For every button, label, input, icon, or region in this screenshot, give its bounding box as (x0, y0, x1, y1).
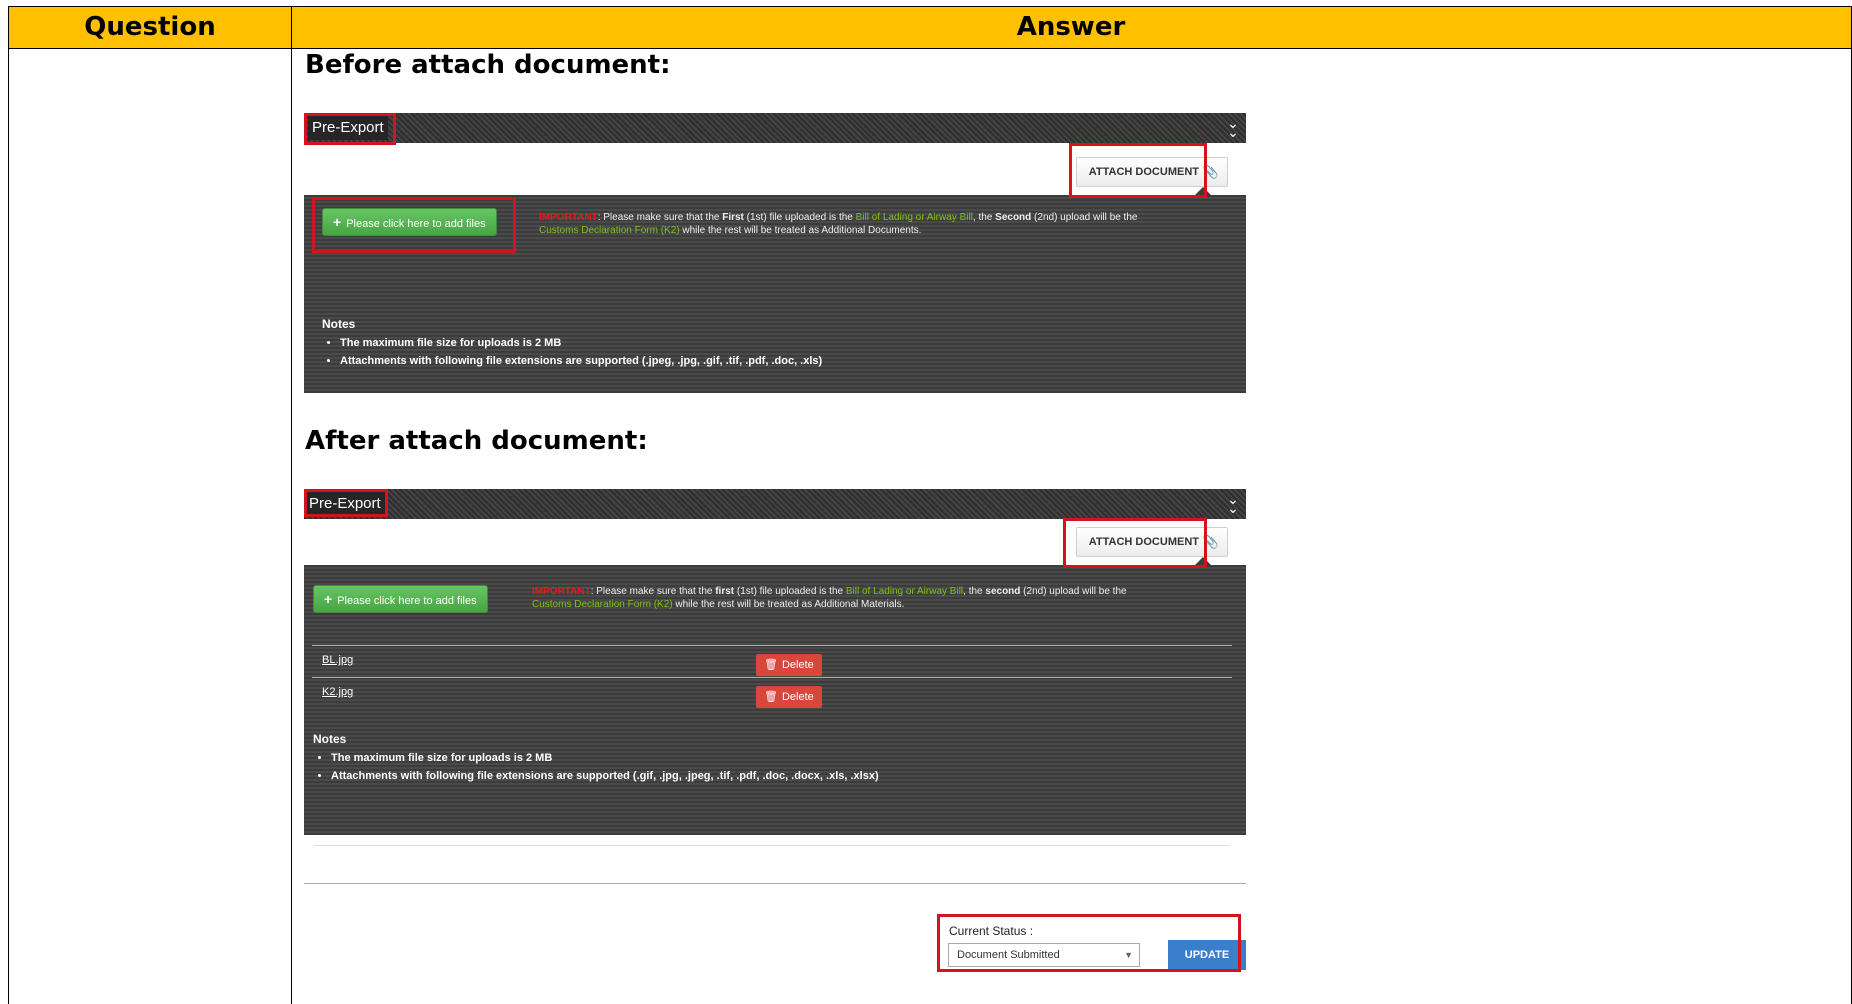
table-header-row: Question Answer (9, 7, 1851, 49)
trash-icon: 🗑 (764, 659, 778, 671)
important-text: (2nd) upload will be the (1020, 586, 1127, 597)
question-header: Question (84, 12, 216, 42)
bill-of-lading-text: Bill of Lading or Airway Bill (845, 586, 964, 597)
k2-text: Customs Declaration Form (K2) (539, 225, 680, 236)
first-word: first (715, 586, 735, 597)
delete-label: Delete (781, 659, 814, 671)
highlight-box (312, 197, 516, 253)
important-text: (1st) file uploaded is the (743, 212, 856, 223)
column-divider (291, 7, 292, 1004)
panel-header: Pre-Export ⌄ ⌄ (304, 113, 1246, 143)
important-text: (1st) file uploaded is the (734, 586, 846, 597)
file-row: BL.jpg 🗑 Delete (312, 645, 1232, 678)
important-text: while the rest will be treated as Additi… (672, 599, 905, 610)
trash-icon: 🗑 (764, 691, 778, 703)
important-text: , the (972, 212, 996, 223)
important-message: IMPORTANT: Please make sure that the fir… (532, 585, 1232, 611)
note-item: Attachments with following file extensio… (340, 352, 822, 370)
important-text: : Please make sure that the (590, 586, 716, 597)
highlight-box (1069, 143, 1207, 198)
divider (304, 883, 1246, 884)
note-item: The maximum file size for uploads is 2 M… (331, 749, 879, 767)
collapse-chevron-icon[interactable]: ⌄ ⌄ (1226, 116, 1240, 139)
collapse-chevron-icon[interactable]: ⌄ ⌄ (1226, 492, 1240, 515)
highlight-box (937, 914, 1241, 972)
notes-title: Notes (322, 317, 356, 331)
important-message: IMPORTANT: Please make sure that the Fir… (539, 211, 1219, 237)
file-row: K2.jpg 🗑 Delete (312, 677, 1232, 710)
panel-header: Pre-Export ⌄ ⌄ (304, 489, 1246, 519)
important-text: , the (963, 586, 986, 597)
k2-text: Customs Declaration Form (K2) (532, 599, 673, 610)
file-name-link[interactable]: K2.jpg (322, 686, 353, 698)
notes-title: Notes (313, 732, 347, 746)
important-label: IMPORTANT (539, 212, 598, 223)
highlight-box (304, 113, 396, 145)
notes-list: The maximum file size for uploads is 2 M… (322, 334, 822, 370)
plus-icon: + (324, 591, 333, 607)
second-word: second (985, 586, 1021, 597)
note-item: The maximum file size for uploads is 2 M… (340, 334, 822, 352)
upload-area: + Please click here to add files IMPORTAN… (304, 565, 1246, 835)
add-files-label: Please click here to add files (337, 595, 477, 607)
delete-button[interactable]: 🗑 Delete (756, 654, 822, 676)
important-label: IMPORTANT (532, 586, 591, 597)
file-name-link[interactable]: BL.jpg (322, 654, 353, 666)
first-word: First (722, 212, 744, 223)
delete-button[interactable]: 🗑 Delete (756, 686, 822, 708)
note-item: Attachments with following file extensio… (331, 767, 879, 785)
important-text: : Please make sure that the (597, 212, 723, 223)
highlight-box (304, 489, 388, 517)
before-caption: Before attach document: (305, 50, 671, 80)
divider (314, 845, 1229, 846)
answer-header: Answer (1016, 12, 1126, 42)
highlight-box (1063, 518, 1207, 568)
notes-list: The maximum file size for uploads is 2 M… (313, 749, 879, 785)
bill-of-lading-text: Bill of Lading or Airway Bill (855, 212, 973, 223)
delete-label: Delete (781, 691, 814, 703)
add-files-button[interactable]: + Please click here to add files (313, 585, 488, 613)
second-word: Second (995, 212, 1032, 223)
after-caption: After attach document: (305, 426, 648, 456)
important-text: while the rest will be treated as Additi… (679, 225, 922, 236)
important-text: (2nd) upload will be the (1031, 212, 1138, 223)
